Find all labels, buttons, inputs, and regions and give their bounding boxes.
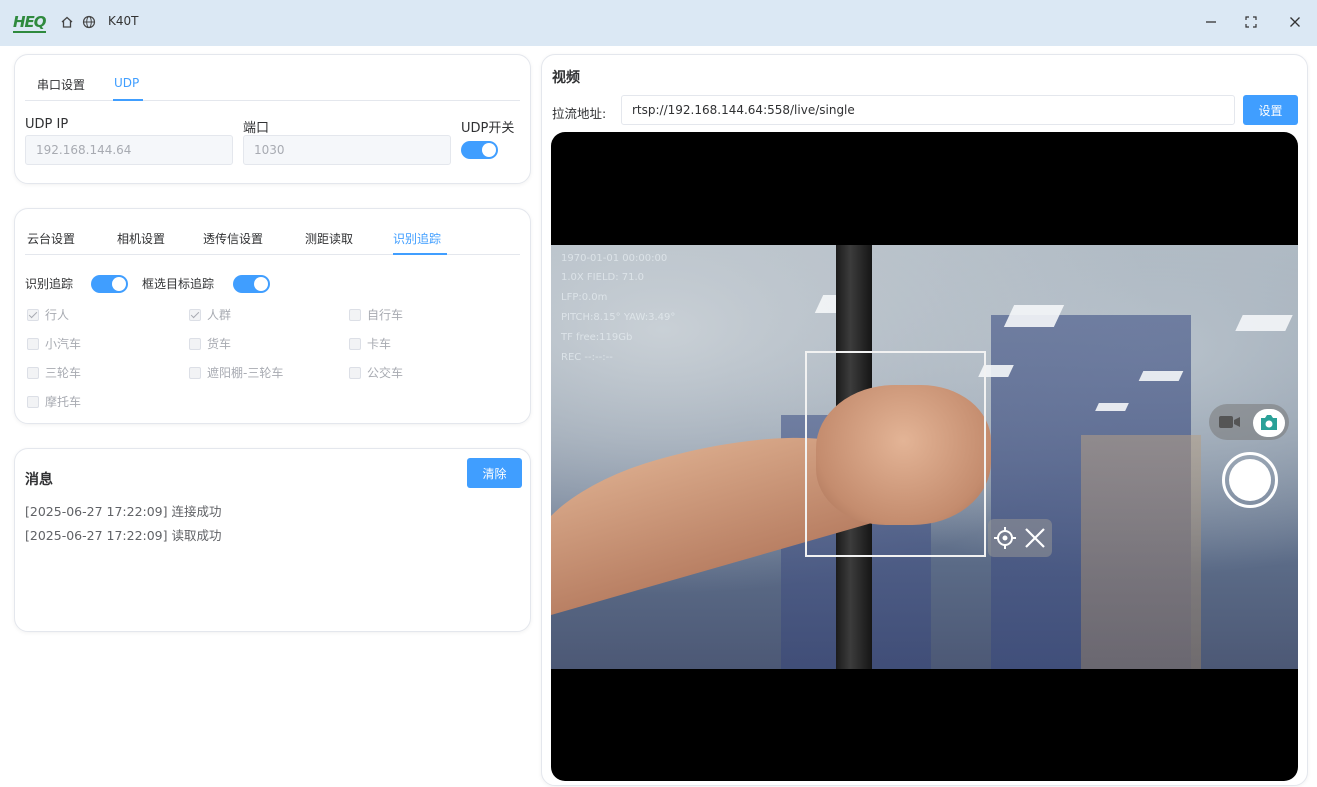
tab-active-indicator [393,253,447,255]
clear-button[interactable]: 清除 [467,458,522,488]
checkbox-box [27,366,39,379]
checkbox-box [349,337,361,350]
tab-serial[interactable]: 串口设置 [37,76,85,93]
target-checkbox-motorcycle[interactable]: 摩托车 [27,393,81,410]
target-icon[interactable] [993,526,1017,550]
minimize-icon[interactable] [1201,12,1221,32]
box-track-label: 框选目标追踪 [142,277,215,291]
scene-shape [1095,403,1129,411]
tab-active-indicator [113,99,143,101]
home-icon[interactable] [60,15,74,29]
checkbox-label: 遮阳棚-三轮车 [207,366,284,380]
scene-shape [1003,305,1065,327]
target-checkbox-bus[interactable]: 公交车 [349,364,403,381]
title-bar: HEQ K40T [0,0,1317,46]
checkbox-box [189,366,201,379]
scene-shape [1138,371,1184,381]
checkbox-box [27,337,39,350]
udp-ip-label: UDP IP [25,117,69,132]
close-tracking-icon[interactable] [1023,526,1047,550]
tab-udp[interactable]: UDP [114,76,139,90]
shutter-button[interactable] [1222,452,1278,508]
osd-line: REC --:--:-- [561,352,613,363]
target-checkbox-pedestrian[interactable]: 行人 [27,306,69,323]
stream-url-input[interactable]: rtsp://192.168.144.64:558/live/single [621,95,1235,125]
globe-icon[interactable] [82,15,96,29]
recognition-switch[interactable] [91,275,128,293]
checkbox-label: 摩托车 [45,395,82,409]
recognition-label: 识别追踪 [25,277,74,291]
maximize-icon[interactable] [1241,12,1261,32]
close-icon[interactable] [1285,12,1305,32]
app-logo: HEQ [13,13,47,33]
settings-tabs: 云台设置 相机设置 透传信设置 测距读取 识别追踪 [25,209,520,255]
connection-card: 串口设置 UDP UDP IP 192.168.144.64 端口 1030 U… [14,54,531,184]
osd-line: PITCH:8.15° YAW:3.49° [561,312,676,323]
set-stream-button[interactable]: 设置 [1243,95,1298,125]
checkbox-box [349,308,361,321]
tab-gimbal[interactable]: 云台设置 [27,230,75,247]
settings-card: 云台设置 相机设置 透传信设置 测距读取 识别追踪 识别追踪 框选目标追踪 行人… [14,208,531,424]
scene-shape [1081,435,1201,669]
osd-line: LFP:0.0m [561,292,608,303]
udp-switch-label: UDP开关 [461,121,515,136]
checkbox-box [27,395,39,408]
target-checkbox-tricycle[interactable]: 三轮车 [27,364,81,381]
message-line: [2025-06-27 17:22:09] 连接成功 [25,504,222,519]
port-input[interactable]: 1030 [243,135,451,165]
box-track-switch[interactable] [233,275,270,293]
tab-tracking[interactable]: 识别追踪 [393,230,441,247]
stream-url-label: 拉流地址: [552,106,607,121]
checkbox-box [189,337,201,350]
video-player[interactable]: 1970-01-01 00:00:00 1.0X FIELD: 71.0 LFP… [551,132,1298,781]
tab-ranging[interactable]: 测距读取 [305,230,353,247]
checkbox-box [189,308,201,321]
target-checkbox-truck[interactable]: 卡车 [349,335,391,352]
checkbox-box [27,308,39,321]
messages-title: 消息 [25,472,53,488]
tab-passthrough[interactable]: 透传信设置 [203,230,263,247]
checkbox-label: 行人 [45,308,70,322]
checkbox-label: 自行车 [367,308,404,322]
target-checkbox-van[interactable]: 货车 [189,335,231,352]
window-title: K40T [108,14,139,28]
checkbox-box [349,366,361,379]
messages-card: 消息 清除 [2025-06-27 17:22:09] 连接成功 [2025-0… [14,448,531,632]
target-checkbox-awning-tricycle[interactable]: 遮阳棚-三轮车 [189,364,283,381]
tracking-box[interactable] [805,351,986,557]
target-checkbox-bicycle[interactable]: 自行车 [349,306,403,323]
photo-mode-button[interactable] [1253,409,1285,437]
port-label: 端口 [243,121,270,136]
tracking-controls [988,519,1052,557]
checkbox-label: 人群 [207,308,232,322]
tab-camera[interactable]: 相机设置 [117,230,165,247]
checkbox-label: 公交车 [367,366,404,380]
checkbox-label: 卡车 [367,337,392,351]
video-camera-icon[interactable] [1219,415,1241,429]
udp-ip-input[interactable]: 192.168.144.64 [25,135,233,165]
target-checkbox-car[interactable]: 小汽车 [27,335,81,352]
udp-switch[interactable] [461,141,498,159]
camera-icon [1261,415,1277,430]
target-checkbox-crowd[interactable]: 人群 [189,306,231,323]
checkbox-label: 货车 [207,337,232,351]
message-line: [2025-06-27 17:22:09] 读取成功 [25,528,222,543]
connection-tabs: 串口设置 UDP [25,55,520,101]
osd-line: 1.0X FIELD: 71.0 [561,272,645,283]
checkbox-label: 三轮车 [45,366,82,380]
checkbox-label: 小汽车 [45,337,82,351]
osd-line: 1970-01-01 00:00:00 [561,253,668,264]
osd-line: TF free:119Gb [561,332,633,343]
scene-shape [1235,315,1293,331]
video-title: 视频 [552,70,580,86]
